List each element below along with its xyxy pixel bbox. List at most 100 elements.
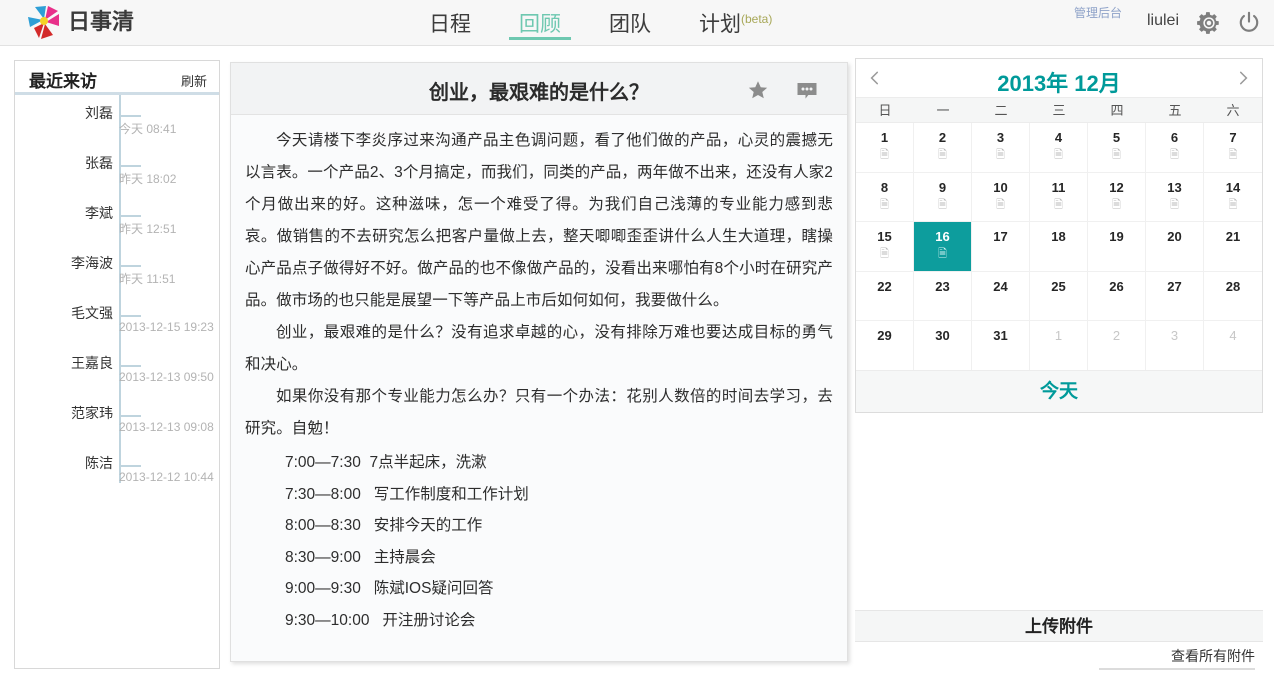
calendar-weekday: 二 (994, 103, 1008, 118)
calendar-day[interactable]: 1 (1030, 321, 1088, 371)
calendar-day[interactable]: 8 🗎 (856, 172, 914, 222)
calendar-weekday-row: 日一二三四五六 (856, 97, 1262, 123)
visitor-item[interactable]: 陈洁 2013-12-12 10:44 (15, 451, 219, 501)
calendar-day[interactable]: 10 🗎 (972, 172, 1030, 222)
calendar-day[interactable]: 2 🗎 (914, 123, 972, 173)
visitor-item[interactable]: 王嘉良 2013-12-13 09:50 (15, 351, 219, 401)
calendar-day-number: 16 (935, 229, 950, 244)
calendar-day-number: 3 (1170, 328, 1179, 343)
calendar-day-number: 28 (1225, 278, 1241, 294)
calendar-day-number: 3 (996, 130, 1005, 145)
calendar-day[interactable]: 9 🗎 (914, 172, 972, 222)
calendar-day-number: 11 (1051, 179, 1066, 195)
nav-tab-review[interactable]: 回顾 (495, 0, 585, 46)
refresh-button[interactable]: 刷新 (181, 71, 207, 90)
visitor-tick (119, 165, 141, 167)
visitor-name: 李海波 (71, 255, 113, 271)
calendar-day-number: 8 (880, 179, 889, 195)
nav-tab-label: 计划 (699, 13, 741, 36)
visitor-name: 刘磊 (85, 105, 113, 121)
nav-tab-schedule[interactable]: 日程 (405, 0, 495, 46)
calendar-note-icon: 🗎 (1170, 198, 1179, 211)
main-nav: 日程 回顾 团队 计划(beta) (405, 0, 796, 46)
calendar-day[interactable]: 24 (972, 271, 1030, 321)
beta-badge: (beta) (741, 12, 773, 26)
calendar-note-icon: 🗎 (1054, 198, 1063, 211)
visitor-item[interactable]: 李海波 昨天 11:51 (15, 251, 219, 301)
calendar-day[interactable]: 2 (1088, 321, 1146, 371)
nav-tab-plan[interactable]: 计划(beta) (675, 0, 796, 46)
visitor-list: 刘磊 今天 08:41 张磊 昨天 18:02 李斌 昨天 12:51 李海波 昨天 11:5… (15, 95, 219, 501)
calendar-day[interactable]: 31 (972, 321, 1030, 371)
visitor-time: 2013-12-13 09:08 (119, 420, 214, 434)
calendar-day[interactable]: 22 (856, 271, 914, 321)
calendar-day-number: 31 (993, 328, 1008, 343)
calendar-day-number: 14 (1225, 179, 1241, 195)
calendar-day[interactable]: 11 🗎 (1030, 172, 1088, 222)
calendar-note-icon: 🗎 (880, 248, 889, 260)
calendar-day-number: 21 (1225, 229, 1241, 244)
calendar-day[interactable]: 21 (1204, 222, 1262, 272)
visitor-item[interactable]: 毛文强 2013-12-15 19:23 (15, 301, 219, 351)
calendar-weekday: 一 (936, 103, 950, 118)
sidebar-title: 最近来访 (29, 72, 97, 91)
calendar-weekday: 日 (878, 103, 892, 118)
calendar-day[interactable]: 26 (1088, 271, 1146, 321)
calendar-day[interactable]: 23 (914, 271, 972, 321)
calendar-day-number: 24 (993, 278, 1008, 294)
visitor-item[interactable]: 李斌 昨天 12:51 (15, 201, 219, 251)
calendar-day-selected[interactable]: 16 🗎 (914, 222, 972, 272)
calendar-day[interactable]: 13 🗎 (1146, 172, 1204, 222)
chevron-right-icon[interactable] (1234, 69, 1252, 87)
calendar-day[interactable]: 12 🗎 (1088, 172, 1146, 222)
calendar-day[interactable]: 15 🗎 (856, 222, 914, 272)
calendar-day[interactable]: 6 🗎 (1146, 123, 1204, 173)
calendar-day[interactable]: 3 (1146, 321, 1204, 371)
view-all-attachments-link[interactable]: 查看所有附件 (1171, 646, 1255, 666)
calendar-day[interactable]: 18 (1030, 222, 1088, 272)
visitor-item[interactable]: 刘磊 今天 08:41 (15, 101, 219, 151)
calendar-day[interactable]: 27 (1146, 271, 1204, 321)
calendar-day[interactable]: 17 (972, 222, 1030, 272)
nav-tab-team[interactable]: 团队 (585, 0, 675, 46)
calendar-day[interactable]: 1 🗎 (856, 123, 914, 173)
power-icon[interactable] (1236, 10, 1262, 36)
app-logo[interactable]: 日事清 (26, 4, 134, 40)
calendar-day[interactable]: 5 🗎 (1088, 123, 1146, 173)
schedule-item: 9:00—9:30 陈斌IOS疑问回答 (285, 580, 494, 597)
schedule-list: 7:00—7:30 7点半起床，洗漱 7:30—8:00 写工作制度和工作计划 8:… (245, 447, 833, 636)
calendar-day[interactable]: 19 (1088, 222, 1146, 272)
calendar-day[interactable]: 4 (1204, 321, 1262, 371)
star-icon[interactable] (747, 79, 769, 101)
calendar-day[interactable]: 29 (856, 321, 914, 371)
visitor-name: 毛文强 (71, 305, 113, 321)
attachments-panel: 上传附件 查看所有附件 (855, 610, 1263, 670)
calendar-day[interactable]: 3 🗎 (972, 123, 1030, 173)
nav-tab-label: 日程 (429, 13, 471, 36)
username-label[interactable]: liulei (1147, 12, 1179, 30)
calendar-day-number: 22 (877, 278, 892, 294)
calendar-note-icon: 🗎 (1228, 149, 1238, 161)
visitor-tick (119, 365, 141, 367)
comment-bubble-icon[interactable] (795, 79, 819, 103)
visitor-item[interactable]: 张磊 昨天 18:02 (15, 151, 219, 201)
calendar-day[interactable]: 4 🗎 (1030, 123, 1088, 173)
calendar-day-number: 7 (1229, 130, 1237, 145)
card-body: 今天请楼下李炎序过来沟通产品主色调问题，看了他们做的产品，心灵的震撼无以言表。一… (231, 115, 847, 636)
calendar-note-icon: 🗎 (880, 198, 889, 211)
calendar-day[interactable]: 25 (1030, 271, 1088, 321)
gear-icon[interactable] (1196, 10, 1222, 36)
visitor-time: 今天 08:41 (119, 122, 177, 136)
calendar-day[interactable]: 14 🗎 (1204, 173, 1262, 222)
nav-tab-label: 团队 (609, 13, 651, 36)
calendar-day-number: 25 (1051, 278, 1066, 294)
admin-console-link[interactable]: 管理后台 (1074, 4, 1122, 21)
calendar-month-label: 2013年 12月 (997, 71, 1121, 96)
today-button[interactable]: 今天 (856, 370, 1262, 412)
calendar-day[interactable]: 20 (1146, 222, 1204, 272)
calendar-day[interactable]: 30 (914, 321, 972, 371)
visitor-item[interactable]: 范家玮 2013-12-13 09:08 (15, 401, 219, 451)
calendar-day[interactable]: 7 🗎 (1204, 123, 1262, 173)
schedule-item: 9:30—10:00 开注册讨论会 (285, 611, 476, 629)
calendar-day[interactable]: 28 (1204, 272, 1262, 321)
